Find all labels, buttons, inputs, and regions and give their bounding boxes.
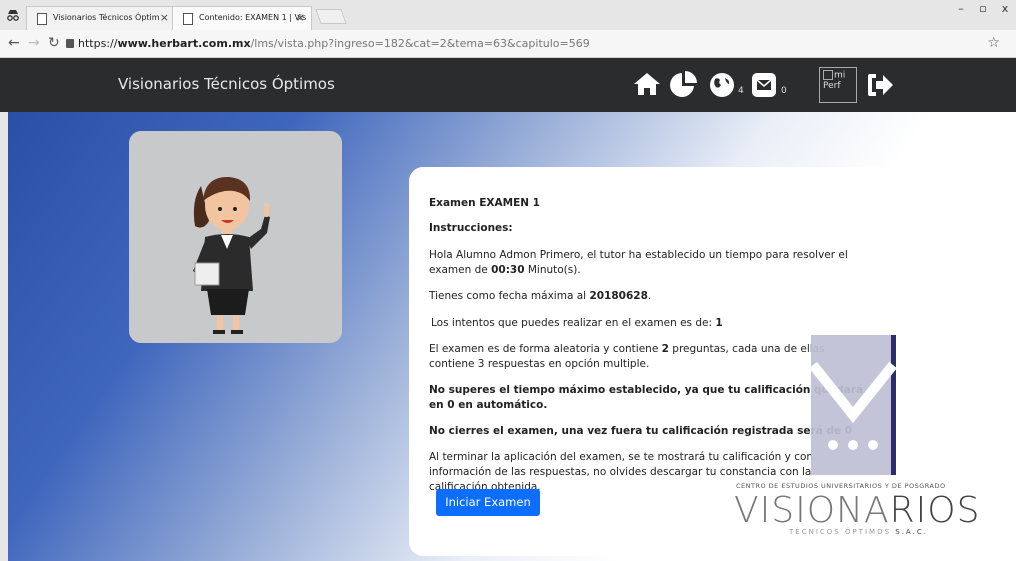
forward-arrow-icon[interactable]: → [28,35,40,51]
sign-out-icon[interactable] [866,71,894,99]
questions-paragraph: El examen es de forma aleatoria y contie… [429,343,825,370]
close-tab-icon[interactable]: × [160,11,169,24]
attempts-count: 1 [715,317,723,329]
document-icon [37,13,47,25]
exam-time: 00:30 [491,264,525,276]
logo-footer: TÉCNICOS ÓPTIMOS S.A.C. [789,528,928,536]
time-paragraph: Hola Alumno Admon Primero, el tutor ha e… [429,249,848,276]
question-count: 2 [661,343,669,355]
url-scheme: https:// [78,37,118,50]
globe-count-badge: 4 [738,86,744,96]
new-tab-button[interactable] [315,9,347,24]
time-warning: No superes el tiempo máximo establecido,… [429,384,864,411]
window-controls: – ▫ x [950,0,1016,20]
url-host: www.herbart.com.mx [117,37,251,50]
profile-image[interactable]: mi Perf [819,67,857,103]
address-bar: ← → ↻ https://www.herbart.com.mx/lms/vis… [0,30,1016,58]
due-date-paragraph: Tienes como fecha máxima al 20180628. [429,290,652,302]
minimize-button[interactable]: – [950,0,972,20]
site-brand[interactable]: Visionarios Técnicos Óptimos [118,75,335,93]
globe-icon[interactable] [708,71,736,99]
avatar-card [129,131,342,343]
url-path: /lms/vista.php?ingreso=182&cat=2&tema=63… [250,37,590,50]
close-tab-icon[interactable]: × [296,11,305,24]
document-icon [183,13,193,25]
browser-tab-2[interactable]: Contenido: EXAMEN 1 | Vis × [172,6,312,30]
pie-chart-icon[interactable] [668,70,698,100]
browser-tab-1[interactable]: Visionarios Técnicos Óptim × [26,6,176,30]
tab-title: Contenido: EXAMEN 1 | Vis [199,13,307,22]
logo-mark [811,361,897,450]
logo-name: VISIONARIOS [734,490,981,531]
tab-title: Visionarios Técnicos Óptim [53,13,160,22]
browser-tabstrip: Visionarios Técnicos Óptim × Contenido: … [0,0,1016,30]
exam-title: Examen EXAMEN 1 [429,197,540,209]
logo-subtitle: CENTRO DE ESTUDIOS UNIVERSITARIOS Y DE P… [736,482,946,490]
instructions-label: Instrucciones: [429,222,513,234]
bookmark-star-icon[interactable]: ☆ [987,35,1000,51]
mail-count-badge: 0 [781,86,787,96]
maximize-button[interactable]: ▫ [972,0,994,20]
teacher-illustration [193,176,270,334]
broken-image-icon [823,70,833,80]
site-header: Visionarios Técnicos Óptimos 4 0 mi Perf [0,58,1016,112]
lock-icon [66,39,74,48]
incognito-icon [7,10,19,21]
reload-icon[interactable]: ↻ [48,35,60,51]
start-exam-button[interactable]: Iniciar Examen [436,489,540,516]
home-icon[interactable] [632,71,662,97]
attempts-paragraph: Los intentos que puedes realizar en el e… [431,317,723,329]
envelope-icon[interactable] [750,71,778,99]
close-warning: No cierres el examen, una vez fuera tu c… [429,425,853,437]
back-arrow-icon[interactable]: ← [8,35,20,51]
close-window-button[interactable]: x [994,0,1016,20]
url-field[interactable]: https://www.herbart.com.mx/lms/vista.php… [78,37,590,50]
due-date: 20180628 [589,290,648,302]
